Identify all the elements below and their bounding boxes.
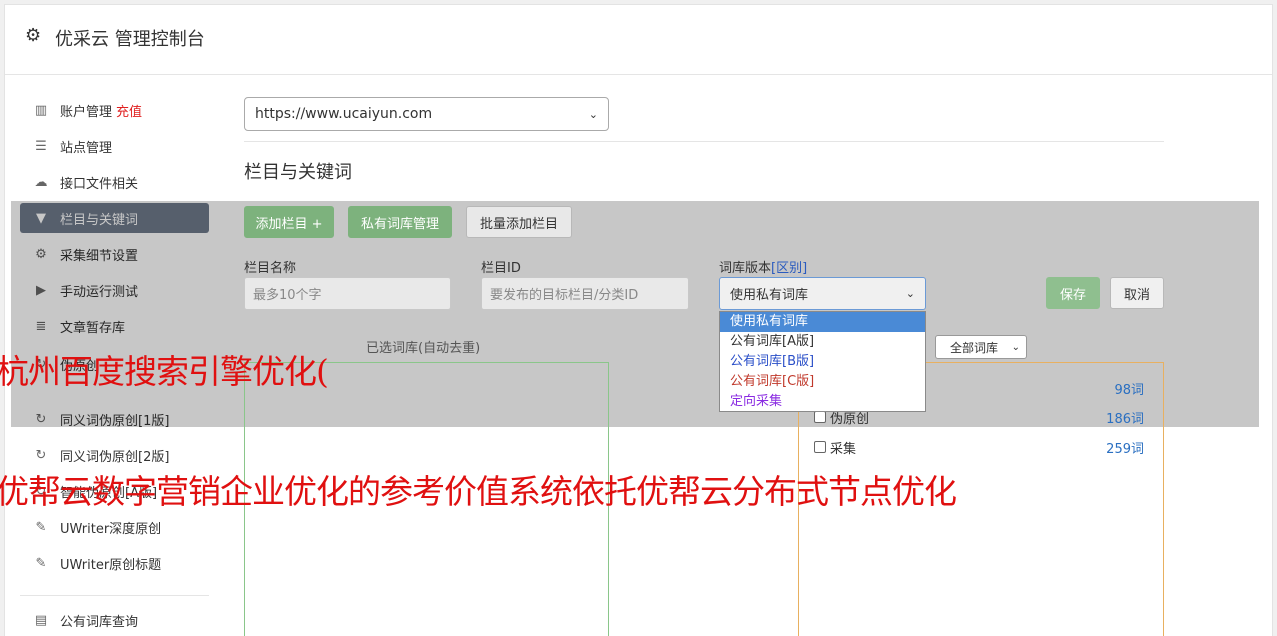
version-option[interactable]: 公有词库[A版] <box>720 332 925 352</box>
column-id-input[interactable]: 要发布的目标栏目/分类ID <box>481 277 689 310</box>
site-select-value: https://www.ucaiyun.com <box>255 106 433 122</box>
cloud-upload-icon: ☁ <box>34 174 48 190</box>
sidebar-item-public-lib-query[interactable]: ▤ 公有词库查询 <box>20 605 209 635</box>
lib-count: 259词 <box>1106 441 1144 457</box>
lib-filter-select[interactable]: 全部词库 ⌄ <box>935 335 1027 359</box>
version-select-value: 使用私有词库 <box>730 288 809 303</box>
version-option[interactable]: 公有词库[C版] <box>720 372 925 392</box>
version-dropdown-menu: 使用私有词库 公有词库[A版] 公有词库[B版] 公有词库[C版] 定向采集 <box>719 311 926 412</box>
sidebar-item-label: UWriter深度原创 <box>60 521 162 537</box>
private-lib-button[interactable]: 私有词库管理 <box>348 206 452 238</box>
column-id-label: 栏目ID <box>481 261 521 276</box>
list-item[interactable]: 采集 259词 <box>814 437 1144 457</box>
sidebar-item-label: 公有词库查询 <box>60 614 139 630</box>
sidebar-item-label: 同义词伪原创[2版] <box>60 449 170 465</box>
version-label-text: 词库版本 <box>719 261 772 276</box>
version-option[interactable]: 公有词库[B版] <box>720 352 925 372</box>
page-title: 优采云 管理控制台 <box>55 29 205 50</box>
recharge-link[interactable]: 充值 <box>116 101 142 120</box>
version-option[interactable]: 定向采集 <box>720 392 925 412</box>
watermark-line-1: 杭州百度搜索引擎优化( <box>0 352 329 391</box>
chevron-down-icon: ⌄ <box>1011 341 1020 353</box>
lib-checkbox[interactable] <box>814 441 826 453</box>
version-label: 词库版本[区别] <box>719 257 807 276</box>
server-icon: ☰ <box>35 138 47 154</box>
bar-chart-icon: ▥ <box>34 102 48 118</box>
column-name-input[interactable]: 最多10个字 <box>244 277 451 310</box>
edit-icon: ✎ <box>35 555 47 571</box>
batch-add-button[interactable]: 批量添加栏目 <box>466 206 572 238</box>
site-select[interactable]: https://www.ucaiyun.com ⌄ <box>244 97 609 131</box>
chevron-down-icon: ⌄ <box>588 107 598 121</box>
sidebar-item-sites[interactable]: ☰ 站点管理 <box>20 131 209 161</box>
refresh-icon: ↻ <box>35 447 47 463</box>
sidebar-item-label: 站点管理 <box>60 140 113 156</box>
sidebar-item-api-files[interactable]: ☁ 接口文件相关 <box>20 167 209 197</box>
sidebar-item-uwriter-deep[interactable]: ✎ UWriter深度原创 <box>20 512 209 542</box>
column-name-label: 栏目名称 <box>244 261 297 276</box>
header: ⚙ 优采云 管理控制台 <box>5 5 1272 75</box>
chevron-down-icon: ⌄ <box>905 287 915 300</box>
lib-checkbox[interactable] <box>814 411 826 423</box>
edit-icon: ✎ <box>35 519 47 535</box>
chosen-libs-label: 已选词库(自动去重) <box>366 341 481 356</box>
cancel-button[interactable]: 取消 <box>1110 277 1164 309</box>
lib-label: 采集 <box>830 441 857 457</box>
add-column-button[interactable]: 添加栏目 + <box>244 206 334 238</box>
divider <box>244 141 1164 142</box>
sidebar-item-label: 账户管理 <box>60 104 113 120</box>
sidebar-item-account[interactable]: ▥ 账户管理 充值 <box>20 95 209 125</box>
lib-count: 98词 <box>1114 382 1144 398</box>
version-diff-link[interactable]: [区别] <box>771 261 807 276</box>
sidebar-divider <box>20 595 209 596</box>
gear-icon: ⚙ <box>25 25 42 46</box>
section-title: 栏目与关键词 <box>244 162 352 183</box>
lib-filter-value: 全部词库 <box>950 340 999 355</box>
save-button[interactable]: 保存 <box>1046 277 1100 309</box>
watermark-line-2: 优帮云数字营销企业优化的参考价值系统依托优帮云分布式节点优化 <box>0 472 957 511</box>
sidebar-item-label: 接口文件相关 <box>60 176 139 192</box>
sidebar-item-label: UWriter原创标题 <box>60 557 162 573</box>
lib-count: 186词 <box>1106 411 1144 427</box>
version-select[interactable]: 使用私有词库 ⌄ <box>719 277 926 310</box>
version-option[interactable]: 使用私有词库 <box>720 312 925 332</box>
sidebar-item-uwriter-title[interactable]: ✎ UWriter原创标题 <box>20 548 209 578</box>
book-icon: ▤ <box>34 612 48 628</box>
